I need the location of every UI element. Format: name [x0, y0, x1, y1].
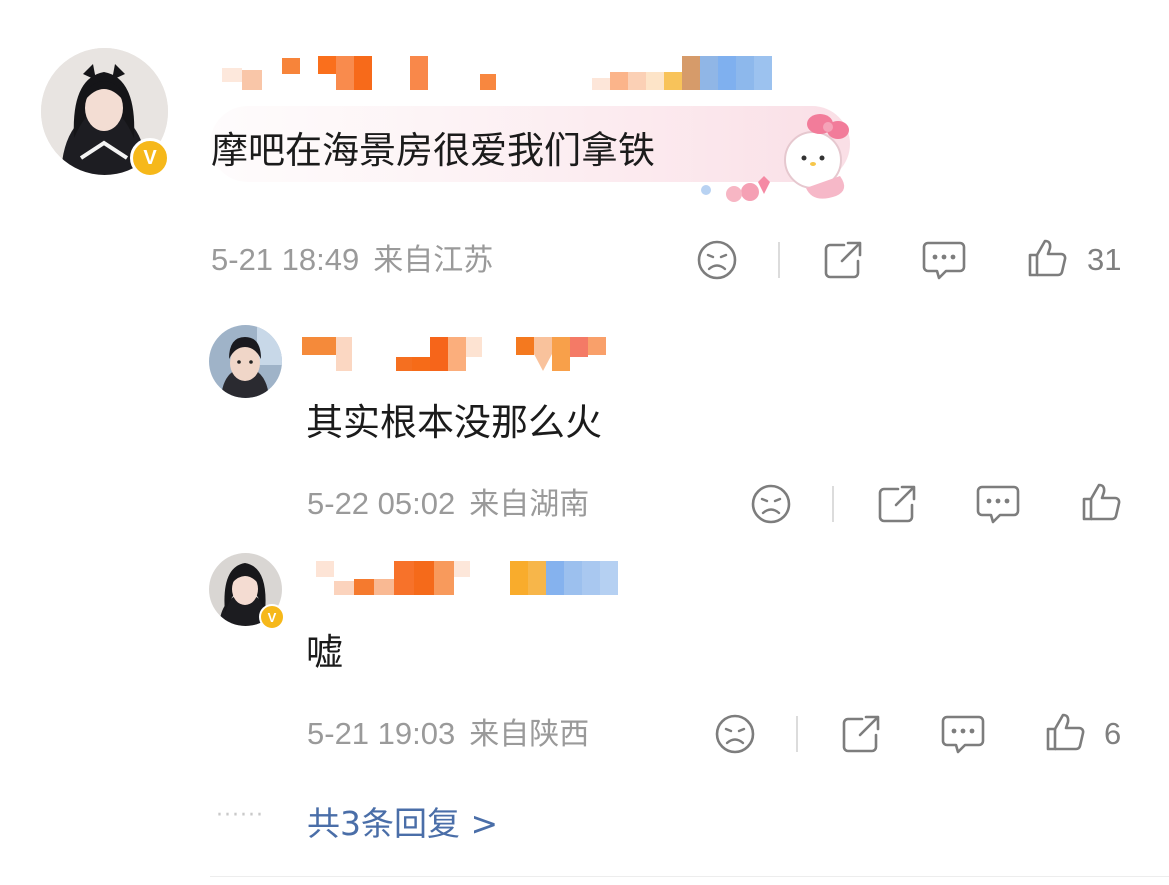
reply-time: 5-21 19:03 [307, 716, 456, 751]
replier-name-blurred[interactable] [302, 337, 606, 373]
verified-badge-icon: V [130, 138, 170, 178]
avatar-photo [209, 325, 282, 398]
dislike-icon[interactable] [750, 483, 792, 525]
dislike-icon[interactable] [714, 713, 756, 755]
like-count: 6 [1104, 716, 1122, 751]
view-all-replies-link[interactable]: 共3条回复 > [307, 797, 498, 845]
share-icon[interactable] [876, 483, 918, 525]
reply-text: 嘘 [306, 631, 343, 674]
like-icon[interactable] [1026, 237, 1068, 279]
like-count: 31 [1087, 242, 1122, 277]
reply-icon[interactable] [941, 713, 985, 755]
comment-meta: 5-21 18:49 来自江苏 [211, 242, 493, 279]
replier-name-blurred[interactable] [316, 561, 618, 597]
dislike-icon[interactable] [696, 239, 738, 281]
comment-text: 摩吧在海景房很爱我们拿铁 [211, 129, 655, 172]
divider [778, 242, 780, 278]
divider [210, 876, 1169, 877]
reply-meta: 5-22 05:02 来自湖南 [307, 486, 589, 523]
divider [832, 486, 834, 522]
like-icon[interactable] [1080, 481, 1122, 523]
share-icon[interactable] [840, 713, 882, 755]
reply-meta: 5-21 19:03 来自陕西 [307, 716, 589, 753]
comment-location: 来自江苏 [373, 243, 494, 278]
reply-text: 其实根本没那么火 [306, 401, 602, 444]
like-icon[interactable] [1044, 711, 1086, 753]
reply-icon[interactable] [922, 239, 966, 281]
reply-location: 来自湖南 [469, 487, 590, 522]
divider [796, 716, 798, 752]
reply-icon[interactable] [976, 483, 1020, 525]
reply-location: 来自陕西 [469, 717, 590, 752]
reply-avatar[interactable] [209, 325, 282, 398]
share-icon[interactable] [822, 239, 864, 281]
commenter-name-blurred[interactable] [222, 56, 772, 96]
comment-time: 5-21 18:49 [211, 242, 360, 277]
verified-badge-icon: V [259, 604, 285, 630]
reply-time: 5-22 05:02 [307, 486, 456, 521]
more-dots: ······ [216, 803, 264, 828]
